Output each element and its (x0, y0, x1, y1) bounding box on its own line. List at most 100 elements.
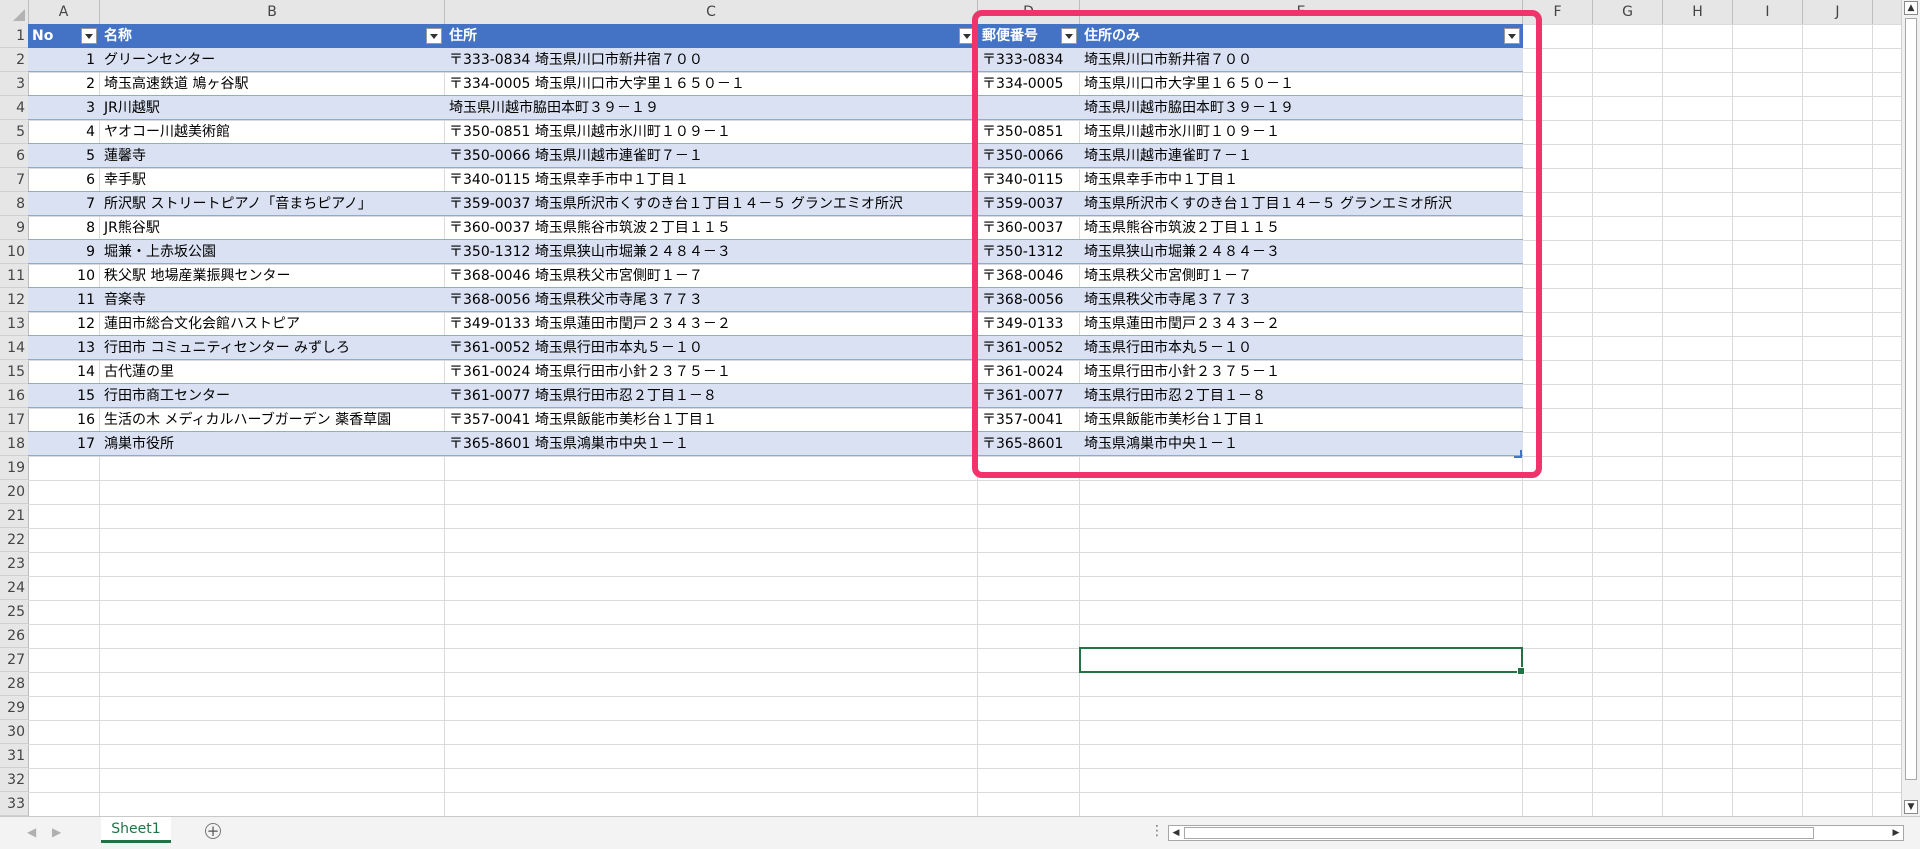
row-header[interactable]: 13 (0, 312, 28, 336)
row-header[interactable]: 9 (0, 216, 28, 240)
row-header[interactable]: 32 (0, 768, 28, 792)
cell-address[interactable]: 〒361-0052 埼玉県行田市本丸５－１０ (445, 336, 977, 360)
cell-name[interactable]: 蓮田市総合文化会館ハストピア (100, 312, 444, 336)
row-header[interactable]: 28 (0, 672, 28, 696)
cell-no[interactable]: 8 (28, 216, 99, 240)
row-header[interactable]: 8 (0, 192, 28, 216)
cell-address[interactable]: 〒350-1312 埼玉県狭山市堀兼２４８４－３ (445, 240, 977, 264)
cell-name[interactable]: 音楽寺 (100, 288, 444, 312)
cell-no[interactable]: 15 (28, 384, 99, 408)
cell-name[interactable]: 所沢駅 ストリートピアノ「音まちピアノ」 (100, 192, 444, 216)
horizontal-scroll-thumb[interactable] (1184, 827, 1814, 839)
cell-no[interactable]: 7 (28, 192, 99, 216)
cell-address[interactable]: 〒333-0834 埼玉県川口市新井宿７００ (445, 48, 977, 72)
row-header[interactable]: 2 (0, 48, 28, 72)
cell-no[interactable]: 10 (28, 264, 99, 288)
row-header[interactable]: 27 (0, 648, 28, 672)
column-header-h[interactable]: H (1663, 0, 1733, 24)
vertical-scroll-thumb[interactable] (1905, 18, 1917, 780)
cell-no[interactable]: 14 (28, 360, 99, 384)
column-header-j[interactable]: J (1803, 0, 1873, 24)
cell-address[interactable]: 〒365-8601 埼玉県鴻巣市中央１－１ (445, 432, 977, 456)
sheet-prev-icon[interactable]: ◀ (27, 825, 36, 839)
cell-name[interactable]: 埼玉高速鉄道 鳩ヶ谷駅 (100, 72, 444, 96)
cell-name[interactable]: 堀兼・上赤坂公園 (100, 240, 444, 264)
vertical-scrollbar[interactable]: ▲ ▼ (1901, 0, 1920, 816)
cell-name[interactable]: グリーンセンター (100, 48, 444, 72)
row-header[interactable]: 7 (0, 168, 28, 192)
cell-name[interactable]: 幸手駅 (100, 168, 444, 192)
sheet-next-icon[interactable]: ▶ (52, 825, 61, 839)
column-header-b[interactable]: B (100, 0, 445, 24)
scroll-up-icon[interactable]: ▲ (1904, 1, 1918, 15)
row-header[interactable]: 19 (0, 456, 28, 480)
cell-address[interactable]: 〒357-0041 埼玉県飯能市美杉台１丁目１ (445, 408, 977, 432)
scroll-right-icon[interactable]: ▶ (1890, 827, 1902, 839)
column-header-i[interactable]: I (1733, 0, 1803, 24)
filter-dropdown-icon[interactable] (81, 28, 97, 44)
cell-no[interactable]: 9 (28, 240, 99, 264)
cell-name[interactable]: 古代蓮の里 (100, 360, 444, 384)
cell-address[interactable]: 〒350-0066 埼玉県川越市連雀町７－１ (445, 144, 977, 168)
table-header-cell[interactable]: 住所 (445, 24, 957, 48)
table-header-cell[interactable]: No (28, 24, 79, 48)
cell-name[interactable]: 行田市 コミュニティセンター みずしろ (100, 336, 444, 360)
cell-no[interactable]: 1 (28, 48, 99, 72)
cell-grid[interactable]: No 名称 住所 郵便番号 住所のみ 1 グリーンセンター 〒333-0834 埼玉県川口市新… (28, 24, 1901, 816)
cell-no[interactable]: 5 (28, 144, 99, 168)
cell-no[interactable]: 4 (28, 120, 99, 144)
scroll-left-icon[interactable]: ◀ (1170, 827, 1182, 839)
row-header[interactable]: 30 (0, 720, 28, 744)
cell-no[interactable]: 2 (28, 72, 99, 96)
cell-name[interactable]: ヤオコー川越美術館 (100, 120, 444, 144)
cell-name[interactable]: 蓮馨寺 (100, 144, 444, 168)
row-header[interactable]: 12 (0, 288, 28, 312)
cell-name[interactable]: 行田市商工センター (100, 384, 444, 408)
cell-name[interactable]: 生活の木 メディカルハーブガーデン 薬香草園 (100, 408, 444, 432)
row-header[interactable]: 4 (0, 96, 28, 120)
horizontal-scrollbar[interactable]: ◀ ▶ (1168, 825, 1904, 841)
cell-address[interactable]: 〒361-0077 埼玉県行田市忍２丁目１－８ (445, 384, 977, 408)
cell-no[interactable]: 11 (28, 288, 99, 312)
column-header-g[interactable]: G (1593, 0, 1663, 24)
row-header[interactable]: 5 (0, 120, 28, 144)
row-header[interactable]: 10 (0, 240, 28, 264)
cell-name[interactable]: JR熊谷駅 (100, 216, 444, 240)
cell-address[interactable]: 〒368-0056 埼玉県秩父市寺尾３７７３ (445, 288, 977, 312)
row-header[interactable]: 20 (0, 480, 28, 504)
row-header[interactable]: 15 (0, 360, 28, 384)
cell-address[interactable]: 〒361-0024 埼玉県行田市小針２３７５－１ (445, 360, 977, 384)
cell-no[interactable]: 16 (28, 408, 99, 432)
row-header[interactable]: 23 (0, 552, 28, 576)
scroll-down-icon[interactable]: ▼ (1904, 800, 1918, 814)
cell-address[interactable]: 〒360-0037 埼玉県熊谷市筑波２丁目１１５ (445, 216, 977, 240)
cell-address[interactable]: 〒368-0046 埼玉県秩父市宮側町１－７ (445, 264, 977, 288)
filter-dropdown-icon[interactable] (426, 28, 442, 44)
row-header[interactable]: 14 (0, 336, 28, 360)
cell-address[interactable]: 埼玉県川越市脇田本町３９－１９ (445, 96, 977, 120)
sheet-tab-sheet1[interactable]: Sheet1 (101, 817, 171, 843)
row-header[interactable]: 22 (0, 528, 28, 552)
cell-name[interactable]: 秩父駅 地場産業振興センター (100, 264, 444, 288)
more-options-icon[interactable]: ⋮ (1150, 823, 1164, 839)
cell-name[interactable]: JR川越駅 (100, 96, 444, 120)
add-sheet-icon[interactable]: + (205, 823, 221, 839)
row-header[interactable]: 16 (0, 384, 28, 408)
select-all-corner[interactable] (0, 0, 29, 24)
row-header[interactable]: 29 (0, 696, 28, 720)
row-header[interactable]: 33 (0, 792, 28, 816)
cell-address[interactable]: 〒349-0133 埼玉県蓮田市閏戸２３４３－２ (445, 312, 977, 336)
cell-no[interactable]: 6 (28, 168, 99, 192)
cell-address[interactable]: 〒350-0851 埼玉県川越市氷川町１０９－１ (445, 120, 977, 144)
column-header-c[interactable]: C (445, 0, 978, 24)
row-header[interactable]: 17 (0, 408, 28, 432)
cell-no[interactable]: 12 (28, 312, 99, 336)
row-header[interactable]: 18 (0, 432, 28, 456)
table-header-cell[interactable]: 名称 (100, 24, 424, 48)
cell-address[interactable]: 〒334-0005 埼玉県川口市大字里１６５０－１ (445, 72, 977, 96)
cell-address[interactable]: 〒359-0037 埼玉県所沢市くすのき台１丁目１４－５ グランエミオ所沢 (445, 192, 977, 216)
column-header-a[interactable]: A (28, 0, 100, 24)
cell-no[interactable]: 13 (28, 336, 99, 360)
cell-no[interactable]: 17 (28, 432, 99, 456)
table-resize-handle[interactable] (1514, 450, 1522, 458)
